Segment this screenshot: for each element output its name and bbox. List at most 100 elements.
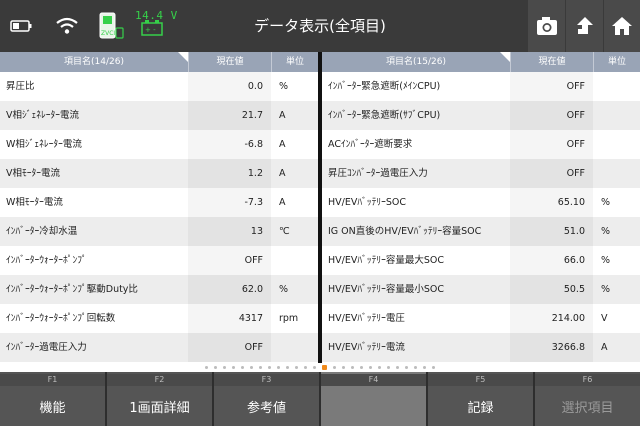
page-dot[interactable] <box>313 366 316 369</box>
page-dot[interactable] <box>378 366 381 369</box>
column-header-name[interactable]: 項目名(15/26) <box>322 52 510 72</box>
fkey-number: F1 <box>0 374 105 386</box>
home-icon <box>612 17 632 35</box>
table-row[interactable]: ｲﾝﾊﾞｰﾀｰｳｫｰﾀｰﾎﾟﾝﾌﾟ回転数 4317 rpm <box>0 304 318 333</box>
row-name: HV/EVﾊﾞｯﾃﾘｰ電流 <box>328 342 405 353</box>
page-indicator[interactable] <box>0 363 640 372</box>
table-row[interactable]: HV/EVﾊﾞｯﾃﾘｰSOC 65.10% <box>322 188 640 217</box>
table-row[interactable]: V相ﾓｰﾀｰ電流 1.2 A <box>0 159 318 188</box>
page-dot[interactable] <box>396 366 399 369</box>
page-dot[interactable] <box>405 366 408 369</box>
row-unit: % <box>601 284 611 295</box>
row-unit: A <box>279 168 286 179</box>
page-dot[interactable] <box>351 366 354 369</box>
page-dot[interactable] <box>423 366 426 369</box>
page-dot[interactable] <box>259 366 262 369</box>
row-value: OFF <box>188 246 271 275</box>
home-button[interactable] <box>604 0 640 52</box>
row-value: 1.2 <box>188 159 271 188</box>
page-dot[interactable] <box>223 366 226 369</box>
row-value: 13 <box>188 217 271 246</box>
table-row[interactable]: HV/EVﾊﾞｯﾃﾘｰ電圧 214.00 V <box>322 304 640 333</box>
fkey-number: F4 <box>321 374 426 386</box>
table-row[interactable]: HV/EVﾊﾞｯﾃﾘｰ容量最小SOC 50.5% <box>322 275 640 304</box>
f5-record-button[interactable]: F5 記録 <box>428 372 535 426</box>
page-dot[interactable] <box>241 366 244 369</box>
f3-reference-button[interactable]: F3 参考値 <box>214 372 321 426</box>
page-dot[interactable] <box>387 366 390 369</box>
f6-select-items-button[interactable]: F6 選択項目 <box>535 372 640 426</box>
table-row[interactable]: ｲﾝﾊﾞｰﾀｰｳｫｰﾀｰﾎﾟﾝﾌﾟ駆動Duty比 62.0% <box>0 275 318 304</box>
battery-icon <box>8 0 34 52</box>
page-dot[interactable] <box>277 366 280 369</box>
row-unit <box>593 101 640 130</box>
table-row[interactable]: ｲﾝﾊﾞｰﾀｰ過電圧入力 OFF <box>0 333 318 362</box>
fkey-number: F2 <box>107 374 212 386</box>
row-name: ｲﾝﾊﾞｰﾀｰ緊急遮断(ｻﾌﾞCPU) <box>328 110 441 121</box>
fkey-label: 参考値 <box>246 400 286 416</box>
table-row[interactable]: W相ｼﾞｪﾈﾚｰﾀｰ電流 -6.8 A <box>0 130 318 159</box>
table-row[interactable]: HV/EVﾊﾞｯﾃﾘｰ電流 3266.8 A <box>322 333 640 362</box>
camera-button[interactable] <box>528 0 565 52</box>
page-dot[interactable] <box>250 366 253 369</box>
page-dot[interactable] <box>414 366 417 369</box>
page-dot[interactable] <box>342 366 345 369</box>
row-name: ｲﾝﾊﾞｰﾀｰｳｫｰﾀｰﾎﾟﾝﾌﾟ <box>6 255 87 266</box>
table-row[interactable]: ｲﾝﾊﾞｰﾀｰｳｫｰﾀｰﾎﾟﾝﾌﾟ OFF <box>0 246 318 275</box>
table-row[interactable]: ｲﾝﾊﾞｰﾀｰ緊急遮断(ｻﾌﾞCPU) OFF <box>322 101 640 130</box>
row-unit: A <box>279 110 286 121</box>
table-row[interactable]: 昇圧比 0.0% <box>0 72 318 101</box>
row-unit: rpm <box>279 313 299 324</box>
row-name: V相ｼﾞｪﾈﾚｰﾀｰ電流 <box>6 110 79 121</box>
table-row[interactable]: ｲﾝﾊﾞｰﾀｰ冷却水温 13 ℃ <box>0 217 318 246</box>
table-row[interactable]: ｲﾝﾊﾞｰﾀｰ緊急遮断(ﾒｲﾝCPU) OFF <box>322 72 640 101</box>
page-dot[interactable] <box>432 366 435 369</box>
row-unit: ℃ <box>279 226 290 237</box>
page-dot[interactable] <box>360 366 363 369</box>
row-name: 昇圧ｺﾝﾊﾞｰﾀｰ過電圧入力 <box>328 168 428 179</box>
row-value: 21.7 <box>188 101 271 130</box>
page-dot[interactable] <box>286 366 289 369</box>
table-row[interactable]: IG ON直後のHV/EVﾊﾞｯﾃﾘｰ容量SOC 51.0% <box>322 217 640 246</box>
row-name: 昇圧比 <box>6 81 35 92</box>
row-name: W相ﾓｰﾀｰ電流 <box>6 197 63 208</box>
page-dot[interactable] <box>232 366 235 369</box>
fkey-number: F5 <box>428 374 533 386</box>
row-name: HV/EVﾊﾞｯﾃﾘｰ電圧 <box>328 313 405 324</box>
page-dot[interactable] <box>205 366 208 369</box>
f2-detail-button[interactable]: F2 1画面詳細 <box>107 372 214 426</box>
row-unit: % <box>601 197 611 208</box>
row-unit: % <box>601 255 611 266</box>
page-dot[interactable] <box>295 366 298 369</box>
row-value: 62.0 <box>188 275 271 304</box>
row-value: 3266.8 <box>510 333 593 362</box>
top-bar: ZVCI 14.4 V + - データ表示(全項目) <box>0 0 640 52</box>
row-name: W相ｼﾞｪﾈﾚｰﾀｰ電流 <box>6 139 82 150</box>
row-value: -7.3 <box>188 188 271 217</box>
page-dot[interactable] <box>369 366 372 369</box>
row-unit: % <box>279 284 289 295</box>
camera-icon <box>536 17 557 35</box>
upload-button[interactable] <box>566 0 603 52</box>
row-name: HV/EVﾊﾞｯﾃﾘｰSOC <box>328 197 406 208</box>
row-unit <box>593 159 640 188</box>
page-dot[interactable] <box>304 366 307 369</box>
table-row[interactable]: V相ｼﾞｪﾈﾚｰﾀｰ電流 21.7 A <box>0 101 318 130</box>
data-table-left: 項目名(14/26) 現在値 単位 昇圧比 0.0% V相ｼﾞｪﾈﾚｰﾀｰ電流 21… <box>0 52 318 363</box>
column-header-unit: 単位 <box>271 52 318 72</box>
column-header-name[interactable]: 項目名(14/26) <box>0 52 188 72</box>
table-row[interactable]: HV/EVﾊﾞｯﾃﾘｰ容量最大SOC 66.0% <box>322 246 640 275</box>
page-dot-active[interactable] <box>322 365 327 370</box>
column-header-unit: 単位 <box>593 52 640 72</box>
row-value: 65.10 <box>510 188 593 217</box>
f1-function-button[interactable]: F1 機能 <box>0 372 107 426</box>
table-row[interactable]: W相ﾓｰﾀｰ電流 -7.3 A <box>0 188 318 217</box>
page-dot[interactable] <box>333 366 336 369</box>
page-dot[interactable] <box>268 366 271 369</box>
table-row[interactable]: 昇圧ｺﾝﾊﾞｰﾀｰ過電圧入力 OFF <box>322 159 640 188</box>
page-dot[interactable] <box>214 366 217 369</box>
row-unit: % <box>601 226 611 237</box>
table-row[interactable]: ACｲﾝﾊﾞｰﾀｰ遮断要求 OFF <box>322 130 640 159</box>
row-value: OFF <box>510 130 593 159</box>
table-header: 項目名(14/26) 現在値 単位 <box>0 52 318 72</box>
